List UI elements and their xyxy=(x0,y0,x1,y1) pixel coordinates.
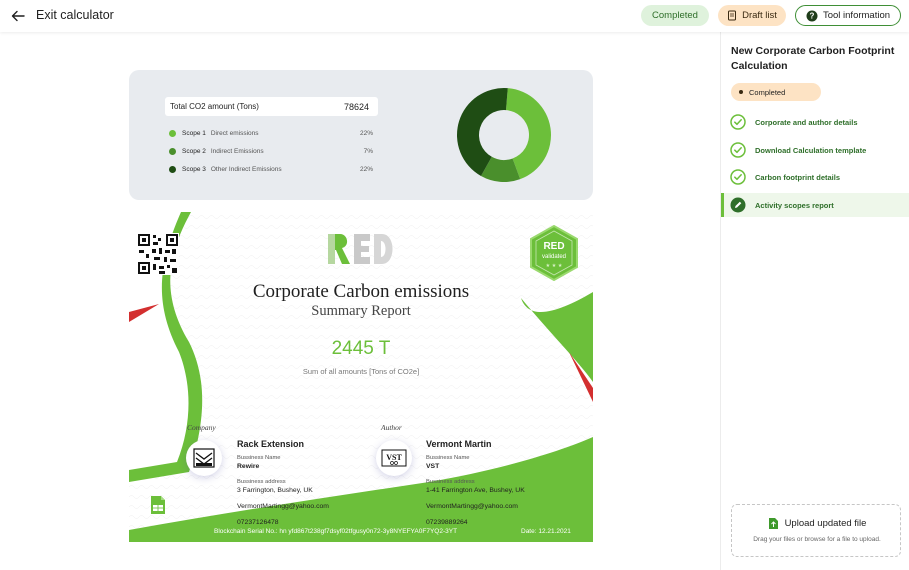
company-bname: Rewire xyxy=(237,463,260,470)
scope-name: Scope 1 xyxy=(182,129,206,137)
company-phone: 07237126478 xyxy=(237,519,279,526)
vst-logo-icon: VST xyxy=(381,449,407,467)
scope-percent: 7% xyxy=(363,147,373,155)
certificate-preview: RED validated ★ ★ ★ Corporate Carbon emi… xyxy=(129,212,593,542)
company-address-label: Bussiness address xyxy=(237,479,286,485)
red-logo xyxy=(328,234,393,264)
author-phone: 07239889264 xyxy=(426,519,468,526)
company-logo xyxy=(186,440,222,476)
help-icon: ? xyxy=(806,10,818,21)
scope-3-dot xyxy=(169,165,176,173)
tool-information-button[interactable]: ? Tool information xyxy=(795,5,901,26)
upload-button[interactable]: Upload updated file xyxy=(732,517,902,530)
tool-information-label: Tool information xyxy=(822,10,891,21)
scope-row: Scope 2 Indirect Emissions 7% xyxy=(169,145,373,157)
total-amount: 2445 T xyxy=(331,338,391,359)
company-address: 3 Farrington, Bushey, UK xyxy=(237,487,313,494)
badge-title: RED xyxy=(543,241,564,252)
step-carbon-footprint-details[interactable]: Carbon footprint details xyxy=(721,165,909,189)
right-sidebar: New Corporate Carbon Footprint Calculati… xyxy=(720,32,909,570)
scope-description: Other Indirect Emissions xyxy=(210,165,282,173)
completed-button[interactable]: Completed xyxy=(641,5,709,26)
svg-text:?: ? xyxy=(810,11,815,20)
scope-name: Scope 3 xyxy=(182,165,206,173)
status-label: Completed xyxy=(749,87,786,97)
main-content: Total CO2 amount (Tons) 78624 Scope 1 Di… xyxy=(0,32,720,570)
step-download-template[interactable]: Download Calculation template xyxy=(721,138,909,162)
author-role-label: Author xyxy=(381,423,402,432)
author-address-label: Bussiness address xyxy=(426,479,475,485)
draft-list-label: Draft list xyxy=(742,10,777,21)
author-name: Vermont Martin xyxy=(426,439,492,449)
scope-description: Direct emissions xyxy=(210,129,259,137)
certificate-subtitle: Summary Report xyxy=(311,303,411,319)
badge-subtitle: validated xyxy=(542,254,566,260)
author-logo: VST xyxy=(376,440,412,476)
blockchain-serial: Blockchain Serial No.: hn yfd867t238gf7d… xyxy=(214,528,458,535)
step-label: Corporate and author details xyxy=(755,117,858,127)
scope-row: Scope 3 Other Indirect Emissions 22% xyxy=(169,163,373,175)
author-email: VermontMartingg@yahoo.com xyxy=(426,503,518,510)
certificate-date: Date: 12.21.2021 xyxy=(521,528,571,535)
top-bar: Exit calculator Completed Draft list ? T… xyxy=(0,0,909,32)
qr-code-icon[interactable] xyxy=(137,233,179,275)
status-bullet-icon xyxy=(739,90,743,94)
total-co2-label: Total CO2 amount (Tons) xyxy=(170,102,259,111)
step-activity-scopes-report[interactable]: Activity scopes report xyxy=(721,193,909,217)
scope-1-dot xyxy=(169,129,176,137)
upload-hint: Drag your files or browse for a file to … xyxy=(753,536,881,543)
spreadsheet-file-icon[interactable] xyxy=(149,495,167,515)
upload-label: Upload updated file xyxy=(784,518,867,529)
red-validated-badge: RED validated ★ ★ ★ xyxy=(530,225,578,281)
scope-percent: 22% xyxy=(359,165,373,173)
document-icon xyxy=(728,10,737,21)
step-label: Activity scopes report xyxy=(755,200,834,210)
upload-file-icon xyxy=(768,518,778,529)
step-corporate-author-details[interactable]: Corporate and author details xyxy=(721,110,909,134)
author-address: 1-41 Farrington Ave, Bushey, UK xyxy=(426,487,525,494)
edit-pencil-icon xyxy=(730,197,746,213)
svg-text:★ ★ ★: ★ ★ ★ xyxy=(546,263,563,269)
scope-2-dot xyxy=(169,147,176,155)
author-bname-label: Bussiness Name xyxy=(426,455,470,461)
check-circle-icon xyxy=(730,169,746,185)
emissions-donut-chart xyxy=(457,88,551,182)
completed-label: Completed xyxy=(652,10,698,21)
total-co2-value: 78624 xyxy=(343,101,369,112)
status-badge: Completed xyxy=(731,83,821,101)
emissions-summary-card: Total CO2 amount (Tons) 78624 Scope 1 Di… xyxy=(129,70,593,200)
scope-description: Indirect Emissions xyxy=(210,147,264,155)
exit-calculator-link[interactable]: Exit calculator xyxy=(36,8,114,22)
total-co2-box: Total CO2 amount (Tons) 78624 xyxy=(165,97,378,116)
check-circle-icon xyxy=(730,142,746,158)
company-role-label: Company xyxy=(187,423,216,432)
company-bname-label: Bussiness Name xyxy=(237,455,281,461)
arrow-left-icon[interactable] xyxy=(10,8,26,24)
svg-text:VST: VST xyxy=(386,453,402,462)
scope-percent: 22% xyxy=(359,129,373,137)
company-email: VermontMartingg@yahoo.com xyxy=(237,503,329,510)
scope-row: Scope 1 Direct emissions 22% xyxy=(169,127,373,139)
scope-name: Scope 2 xyxy=(182,147,206,155)
step-label: Carbon footprint details xyxy=(755,172,840,182)
draft-list-button[interactable]: Draft list xyxy=(718,5,786,26)
check-circle-icon xyxy=(730,114,746,130)
total-amount-label: Sum of all amounts [Tons of CO2e] xyxy=(302,367,420,376)
step-label: Download Calculation template xyxy=(755,145,867,155)
company-name: Rack Extension xyxy=(237,439,305,449)
calculation-title: New Corporate Carbon Footprint Calculati… xyxy=(731,45,895,72)
author-bname: VST xyxy=(426,463,440,470)
certificate-title: Corporate Carbon emissions xyxy=(252,281,470,302)
rack-extension-logo-icon xyxy=(193,448,215,468)
upload-dropzone[interactable]: Upload updated file Drag your files or b… xyxy=(731,504,901,557)
